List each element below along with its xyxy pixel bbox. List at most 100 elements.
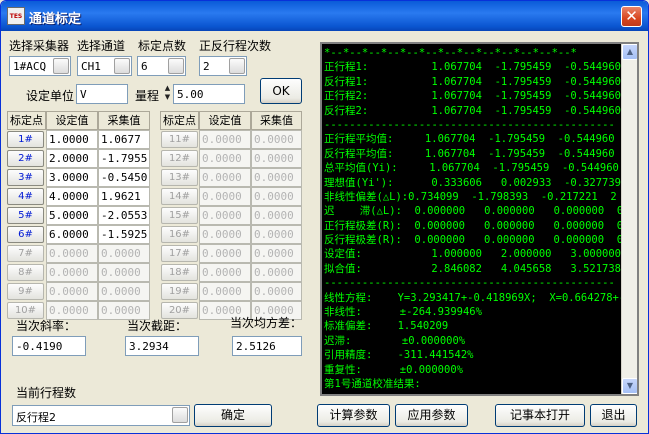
dropdown-arrow-icon[interactable]	[53, 58, 69, 74]
point-button-14: 14#	[161, 188, 198, 205]
range-spinner[interactable]: ▲ ▼	[162, 84, 173, 104]
dropdown-arrow-icon[interactable]	[114, 58, 130, 74]
console-scrollbar[interactable]: ▲ ▼	[621, 44, 637, 394]
acq-cell: 0.0000	[251, 187, 302, 206]
console-line: 反行程1: 1.067704 -1.795459 -0.544960 1	[324, 75, 624, 88]
cycles-value: 2	[203, 60, 210, 73]
close-icon: ✕	[625, 7, 638, 25]
collector-value: 1#ACQ	[13, 60, 47, 73]
console-line: ----------------------------------------…	[324, 277, 615, 290]
collector-label: 选择采集器	[9, 39, 70, 53]
dropdown-arrow-icon[interactable]	[172, 407, 188, 423]
console-line: ----------------------------------------…	[324, 118, 615, 131]
stroke-select[interactable]: 反行程2	[12, 405, 190, 426]
acq-cell[interactable]: -0.5450	[98, 168, 150, 187]
app-icon: TES	[7, 7, 25, 25]
range-input[interactable]: 5.00	[173, 84, 245, 104]
point-button-4[interactable]: 4#	[7, 188, 44, 205]
set-cell[interactable]: 2.0000	[46, 149, 98, 168]
point-button-1[interactable]: 1#	[7, 131, 44, 148]
console-line: 迟 滞(△L): 0.000000 0.000000 0.000000 0	[324, 205, 624, 218]
acq-cell: 0.0000	[98, 282, 150, 301]
cycles-select[interactable]: 2	[199, 56, 247, 76]
set-cell[interactable]: 4.0000	[46, 187, 98, 206]
console-line: 第1号通道校准结果:	[324, 377, 421, 390]
set-cell: 0.0000	[199, 187, 251, 206]
intercept-value[interactable]: 3.2934	[125, 336, 199, 356]
scroll-down-icon[interactable]: ▼	[622, 378, 637, 394]
acq-cell: 0.0000	[251, 263, 302, 282]
channel-label: 选择通道	[77, 39, 126, 53]
dropdown-arrow-icon[interactable]	[168, 58, 184, 74]
point-button-2[interactable]: 2#	[7, 150, 44, 167]
slope-value[interactable]: -0.4190	[12, 336, 86, 356]
slope-label: 当次斜率：	[16, 319, 77, 333]
point-button-12: 12#	[161, 150, 198, 167]
console-line: 总平均值(Yi): 1.067704 -1.795459 -0.544960 1	[324, 162, 624, 175]
console-line: 设定值: 1.000000 2.000000 3.000000 4.0	[324, 248, 624, 261]
acq-cell[interactable]: -1.5925	[98, 225, 150, 244]
set-cell[interactable]: 1.0000	[46, 130, 98, 149]
set-cell: 0.0000	[199, 282, 251, 301]
point-button-3[interactable]: 3#	[7, 169, 44, 186]
variance-label: 当次均方差：	[230, 316, 303, 330]
exit-button[interactable]: 退出	[590, 404, 637, 427]
dropdown-arrow-icon[interactable]	[229, 58, 245, 74]
console-line: 正行程1: 1.067704 -1.795459 -0.544960 1	[324, 61, 624, 74]
acq-cell: 0.0000	[251, 149, 302, 168]
spin-up-icon[interactable]: ▲	[165, 84, 170, 92]
channel-select[interactable]: CH1	[77, 56, 132, 76]
console-line: 反行程2: 1.067704 -1.795459 -0.544960 1	[324, 104, 624, 117]
set-cell: 0.0000	[199, 130, 251, 149]
set-cell: 0.0000	[199, 244, 251, 263]
acq-cell[interactable]: -1.7955	[98, 149, 150, 168]
set-cell[interactable]: 6.0000	[46, 225, 98, 244]
collector-select[interactable]: 1#ACQ	[9, 56, 71, 76]
console-line: 线性方程: Y=3.293417+-0.418969X; X=0.664278+…	[324, 291, 624, 304]
unit-label: 设定单位	[26, 89, 75, 103]
result-console[interactable]: *--*--*--*--*--*--*--*--*--*--*--*--*--*…	[320, 42, 639, 396]
intercept-label: 当次截距：	[127, 319, 188, 333]
console-line: 引用精度: -311.441542%	[324, 349, 474, 362]
open-notepad-button[interactable]: 记事本打开	[495, 404, 585, 427]
cycles-label: 正反行程次数	[199, 39, 272, 53]
set-cell[interactable]: 5.0000	[46, 206, 98, 225]
point-button-5[interactable]: 5#	[7, 207, 44, 224]
console-line: 非线性偏差(△L):0.734099 -1.798393 -0.217221 2	[324, 190, 617, 203]
close-button[interactable]: ✕	[621, 6, 642, 27]
console-line: 反行程极差(R): 0.000000 0.000000 0.000000 0	[324, 234, 624, 247]
ok-button[interactable]: OK	[260, 78, 302, 104]
acq-cell[interactable]: 1.9621	[98, 187, 150, 206]
point-button-6[interactable]: 6#	[7, 226, 44, 243]
window-title: 通道标定	[29, 12, 82, 27]
point-button-7: 7#	[7, 245, 44, 262]
variance-value[interactable]: 2.5126	[232, 336, 302, 356]
points-select[interactable]: 6	[137, 56, 186, 76]
console-line: 标准偏差: 1.540209	[324, 320, 449, 333]
unit-input[interactable]: V	[76, 84, 128, 104]
set-cell: 0.0000	[199, 168, 251, 187]
set-cell[interactable]: 3.0000	[46, 168, 98, 187]
console-line: 重复性: ±0.000000%	[324, 363, 463, 376]
scroll-up-icon[interactable]: ▲	[622, 44, 637, 60]
point-button-19: 19#	[161, 283, 198, 300]
header-acq-right: 采集值	[251, 111, 302, 130]
spin-down-icon[interactable]: ▼	[165, 93, 170, 101]
acq-cell[interactable]: -2.0553	[98, 206, 150, 225]
point-button-16: 16#	[161, 226, 198, 243]
apply-params-button[interactable]: 应用参数	[395, 404, 468, 427]
set-cell: 0.0000	[199, 263, 251, 282]
console-text: *--*--*--*--*--*--*--*--*--*--*--*--*--*…	[324, 46, 624, 394]
confirm-button[interactable]: 确定	[194, 404, 272, 427]
calc-params-button[interactable]: 计算参数	[317, 404, 390, 427]
acq-cell: 0.0000	[251, 225, 302, 244]
title-bar[interactable]: TES 通道标定 ✕	[1, 1, 648, 31]
point-button-18: 18#	[161, 264, 198, 281]
acq-cell: 0.0000	[251, 244, 302, 263]
acq-cell: 0.0000	[251, 168, 302, 187]
header-set-left: 设定值	[46, 111, 98, 130]
acq-cell: 0.0000	[98, 244, 150, 263]
console-line: 反行程平均值: 1.067704 -1.795459 -0.544960 1	[324, 147, 624, 160]
header-acq-left: 采集值	[98, 111, 150, 130]
acq-cell[interactable]: 1.0677	[98, 130, 150, 149]
